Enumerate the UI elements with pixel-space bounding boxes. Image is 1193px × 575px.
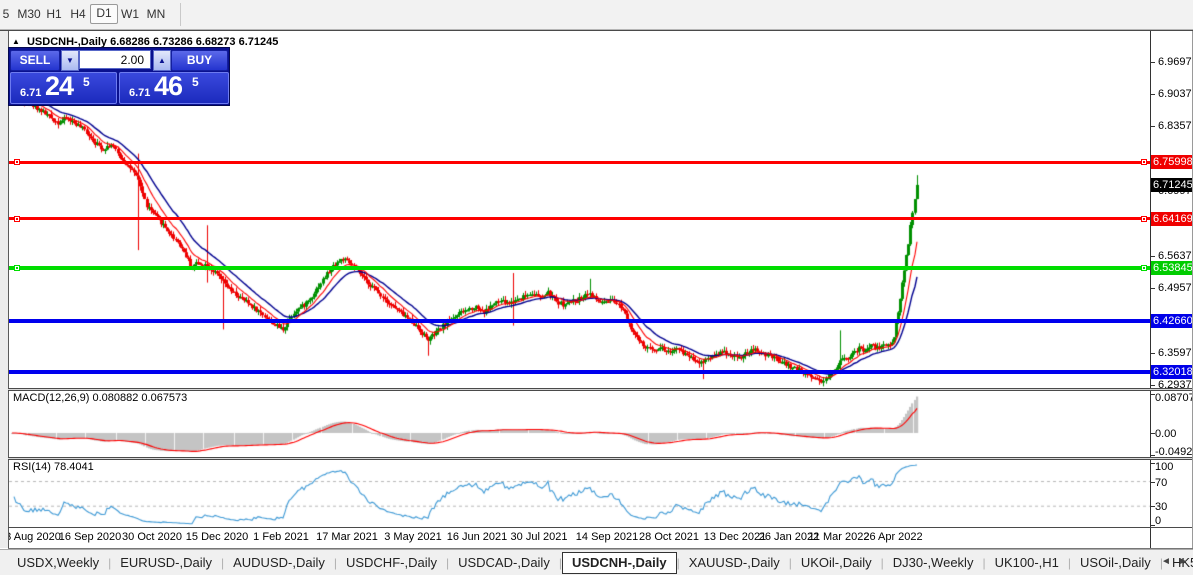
level-price-badge: 6.42660 xyxy=(1151,314,1193,328)
date-label: 16 Jun 2021 xyxy=(446,531,508,543)
one-click-trading-panel: SELL ▼ 2.00 ▲ BUY 6.71 24 5 6.71 46 5 xyxy=(8,47,230,106)
price-tick-label: 6.83570 xyxy=(1158,120,1193,132)
date-label: 1 Feb 2021 xyxy=(253,531,309,543)
date-label: 30 Jul 2021 xyxy=(510,531,568,543)
chart-tab-ukoildaily[interactable]: UKOil-,Daily xyxy=(792,552,881,574)
date-label: 17 Mar 2021 xyxy=(316,531,378,543)
macd-label: MACD(12,26,9) 0.080882 0.067573 xyxy=(13,392,188,404)
date-label: 13 Dec 2021 xyxy=(703,531,767,543)
line-handle-right[interactable] xyxy=(1141,159,1147,166)
volume-input[interactable]: 2.00 xyxy=(79,50,151,69)
tab-scroll-right-icon[interactable]: ► xyxy=(1175,553,1191,571)
sell-price-fraction: 5 xyxy=(83,75,90,89)
sell-price-base: 6.71 xyxy=(20,87,42,99)
price-tick-mark xyxy=(1151,288,1155,289)
date-label: 15 Dec 2020 xyxy=(185,531,249,543)
level-price-badge: 6.75998 xyxy=(1151,155,1193,169)
date-label: 30 Oct 2020 xyxy=(122,531,182,543)
current-price-badge: 6.71245 xyxy=(1151,178,1193,192)
tab-scroll-left-icon[interactable]: ◄ xyxy=(1158,553,1174,571)
date-label: 3 Aug 2020 xyxy=(5,531,61,543)
price-tick-mark xyxy=(1151,62,1155,63)
price-tick-label: 6.49570 xyxy=(1158,282,1193,294)
pane-splitter-rsi[interactable] xyxy=(8,457,1193,460)
timeframe-toolbar: 5 M30 H1 H4 D1 W1 MN xyxy=(0,0,1193,30)
price-tick-mark xyxy=(1151,353,1155,354)
rsi-label: RSI(14) 78.4041 xyxy=(13,461,94,473)
chart-tab-usdcnhdaily[interactable]: USDCNH-,Daily xyxy=(561,551,677,574)
sell-button[interactable]: SELL xyxy=(10,50,60,71)
date-label: 28 Oct 2021 xyxy=(639,531,699,543)
collapse-triangle-icon[interactable]: ▲ xyxy=(12,37,20,46)
price-tick-mark xyxy=(1151,94,1155,95)
rsi-scale-label: 0 xyxy=(1155,515,1162,527)
chart-tab-usdcaddaily[interactable]: USDCAD-,Daily xyxy=(449,552,559,574)
sell-price-box[interactable]: 6.71 24 5 xyxy=(10,71,117,104)
line-handle-left[interactable] xyxy=(14,215,20,222)
horizontal-line[interactable] xyxy=(9,160,1150,164)
sell-price-pips: 24 xyxy=(45,71,74,101)
level-price-badge: 6.32018 xyxy=(1151,365,1193,379)
line-handle-left[interactable] xyxy=(14,159,20,166)
price-tick-label: 6.90370 xyxy=(1158,88,1193,100)
date-label: 11 Mar 2022 xyxy=(808,531,870,543)
timeframe-button-w1[interactable]: W1 xyxy=(118,5,142,23)
date-label: 3 May 2021 xyxy=(384,531,442,543)
rsi-scale-label: 100 xyxy=(1155,461,1174,473)
price-tick-mark xyxy=(1151,385,1155,386)
chart-tab-audusddaily[interactable]: AUDUSD-,Daily xyxy=(224,552,334,574)
price-axis-border xyxy=(1150,31,1151,548)
horizontal-line[interactable] xyxy=(9,266,1150,271)
price-tick-label: 6.96970 xyxy=(1158,56,1193,68)
timeframe-button-mn[interactable]: MN xyxy=(144,5,168,23)
horizontal-line[interactable] xyxy=(9,217,1150,221)
macd-scale-label: 0.0870785 xyxy=(1155,392,1193,404)
line-handle-right[interactable] xyxy=(1141,265,1147,272)
date-label: 26 Apr 2022 xyxy=(863,531,923,543)
chart-tab-bar: USDX,Weekly | EURUSD-,Daily | AUDUSD-,Daily |… xyxy=(0,549,1193,575)
macd-scale-label: 0.00 xyxy=(1155,428,1177,440)
date-label: 16 Sep 2020 xyxy=(58,531,122,543)
chart-tab-xauusddaily[interactable]: XAUUSD-,Daily xyxy=(680,552,789,574)
pane-splitter-macd[interactable] xyxy=(8,388,1193,391)
rsi-scale-label: 30 xyxy=(1155,501,1168,513)
chart-tab-usdxweekly[interactable]: USDX,Weekly xyxy=(8,552,108,574)
volume-increase-icon[interactable]: ▲ xyxy=(153,50,171,71)
window-left-gutter xyxy=(0,31,9,548)
timeframe-button-m30[interactable]: M30 xyxy=(15,5,43,23)
price-tick-label: 6.35970 xyxy=(1158,347,1193,359)
level-price-badge: 6.53845 xyxy=(1151,261,1193,275)
buy-button[interactable]: BUY xyxy=(171,50,228,71)
timeframe-button-h1[interactable]: H1 xyxy=(43,5,65,23)
chart-tab-eurusddaily[interactable]: EURUSD-,Daily xyxy=(111,552,221,574)
timeframe-button-h4[interactable]: H4 xyxy=(67,5,89,23)
buy-price-box[interactable]: 6.71 46 5 xyxy=(119,71,229,104)
chart-tab-uk100h1[interactable]: UK100-,H1 xyxy=(986,552,1068,574)
buy-price-fraction: 5 xyxy=(192,75,199,89)
level-price-badge: 6.64169 xyxy=(1151,212,1193,226)
date-axis: 3 Aug 2020 16 Sep 2020 30 Oct 2020 15 Dec 2… xyxy=(5,528,1150,548)
timeframe-button-5[interactable]: 5 xyxy=(1,5,11,23)
timeframe-button-d1[interactable]: D1 xyxy=(90,4,118,24)
line-handle-right[interactable] xyxy=(1141,215,1147,222)
horizontal-line[interactable] xyxy=(9,370,1150,375)
chart-tab-usoildaily[interactable]: USOil-,Daily xyxy=(1071,552,1160,574)
pane-splitter-dates xyxy=(8,527,1193,528)
date-label: 14 Sep 2021 xyxy=(575,531,639,543)
horizontal-line[interactable] xyxy=(9,319,1150,324)
chart-tab-usdchfdaily[interactable]: USDCHF-,Daily xyxy=(337,552,446,574)
volume-decrease-icon[interactable]: ▼ xyxy=(61,50,79,71)
buy-price-pips: 46 xyxy=(154,71,183,101)
chart-tab-dj30weekly[interactable]: DJ30-,Weekly xyxy=(884,552,983,574)
line-handle-left[interactable] xyxy=(14,265,20,272)
price-tick-mark xyxy=(1151,256,1155,257)
buy-price-base: 6.71 xyxy=(129,87,151,99)
toolbar-separator xyxy=(180,3,181,26)
price-tick-mark xyxy=(1151,126,1155,127)
rsi-scale-label: 70 xyxy=(1155,477,1168,489)
